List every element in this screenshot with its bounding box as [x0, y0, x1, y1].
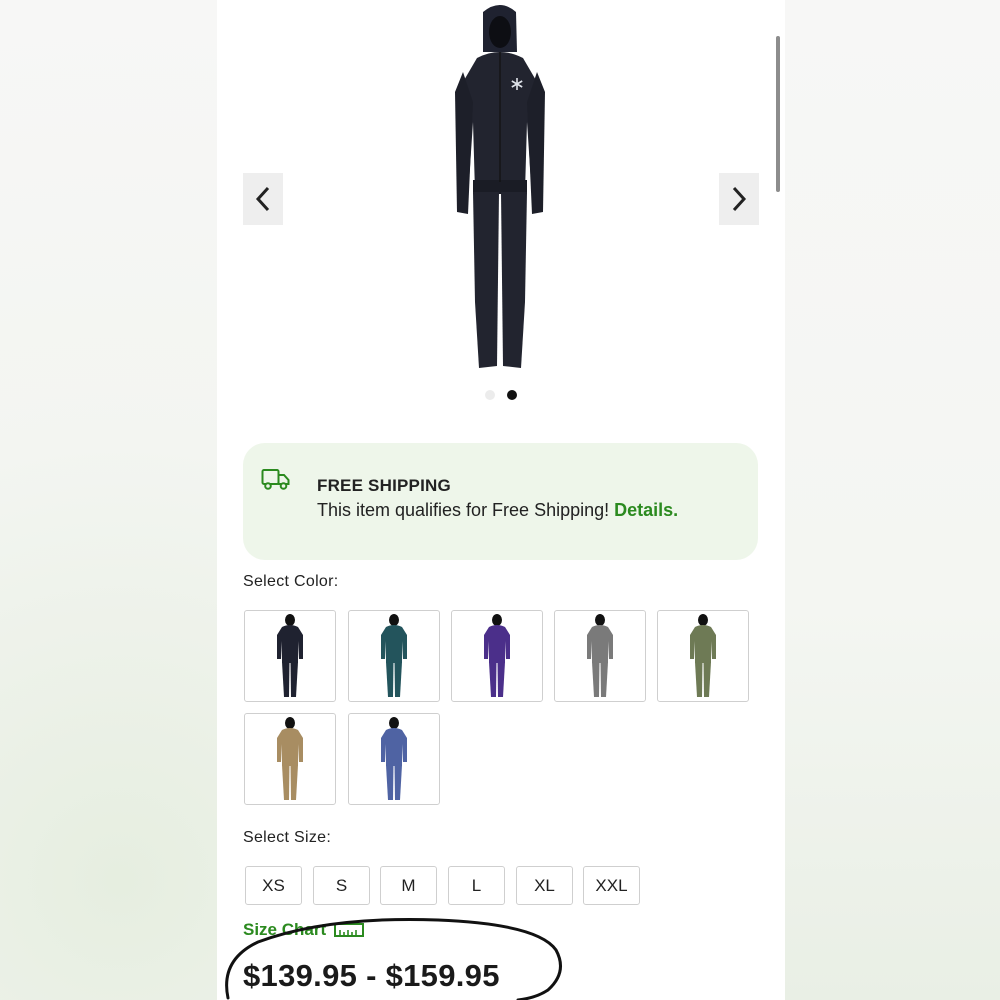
size-button-m[interactable]: M: [380, 866, 437, 905]
swatch-onesie-image: [381, 717, 407, 800]
color-swatch-grey-pattern[interactable]: [554, 610, 646, 702]
color-swatch-black[interactable]: [244, 610, 336, 702]
carousel-dot-1[interactable]: [485, 390, 495, 400]
scrollbar[interactable]: [776, 36, 780, 192]
color-swatch-teal[interactable]: [348, 610, 440, 702]
size-chart-link[interactable]: Size Chart: [243, 920, 365, 940]
size-button-xxl[interactable]: XXL: [583, 866, 640, 905]
price-range: $139.95 - $159.95: [243, 958, 500, 993]
carousel-next-button[interactable]: [719, 173, 759, 225]
swatch-onesie-image: [587, 614, 613, 697]
swatch-onesie-image: [484, 614, 510, 697]
carousel-prev-button[interactable]: [243, 173, 283, 225]
truck-icon: [261, 469, 290, 490]
free-shipping-banner: FREE SHIPPING This item qualifies for Fr…: [243, 443, 758, 560]
chevron-right-icon: [732, 186, 747, 212]
swatch-onesie-image: [690, 614, 716, 697]
shipping-title: FREE SHIPPING: [317, 476, 451, 495]
carousel-dot-2[interactable]: [507, 390, 517, 400]
shipping-details-link[interactable]: Details.: [614, 500, 678, 520]
background-right: [785, 0, 1000, 1000]
color-swatch-green-camo[interactable]: [657, 610, 749, 702]
carousel-dots: [485, 390, 517, 400]
swatch-onesie-image: [277, 614, 303, 697]
ruler-icon: [334, 923, 365, 937]
product-image-carousel[interactable]: [217, 0, 785, 410]
select-size-label: Select Size:: [243, 829, 332, 846]
shipping-message-line: This item qualifies for Free Shipping! D…: [317, 500, 678, 521]
swatch-onesie-image: [381, 614, 407, 697]
size-button-s[interactable]: S: [313, 866, 370, 905]
swatch-onesie-image: [277, 717, 303, 800]
color-swatch-blue-pattern[interactable]: [348, 713, 440, 805]
select-color-label: Select Color:: [243, 573, 339, 590]
chevron-left-icon: [255, 186, 270, 212]
size-chart-label: Size Chart: [243, 920, 327, 939]
shipping-message: This item qualifies for Free Shipping!: [317, 500, 610, 520]
color-swatch-purple[interactable]: [451, 610, 543, 702]
size-button-xl[interactable]: XL: [516, 866, 573, 905]
product-page: FREE SHIPPING This item qualifies for Fr…: [217, 0, 785, 1000]
size-button-xs[interactable]: XS: [245, 866, 302, 905]
size-button-l[interactable]: L: [448, 866, 505, 905]
color-swatch-tan-camo[interactable]: [244, 713, 336, 805]
product-image-onesie: [455, 5, 545, 368]
